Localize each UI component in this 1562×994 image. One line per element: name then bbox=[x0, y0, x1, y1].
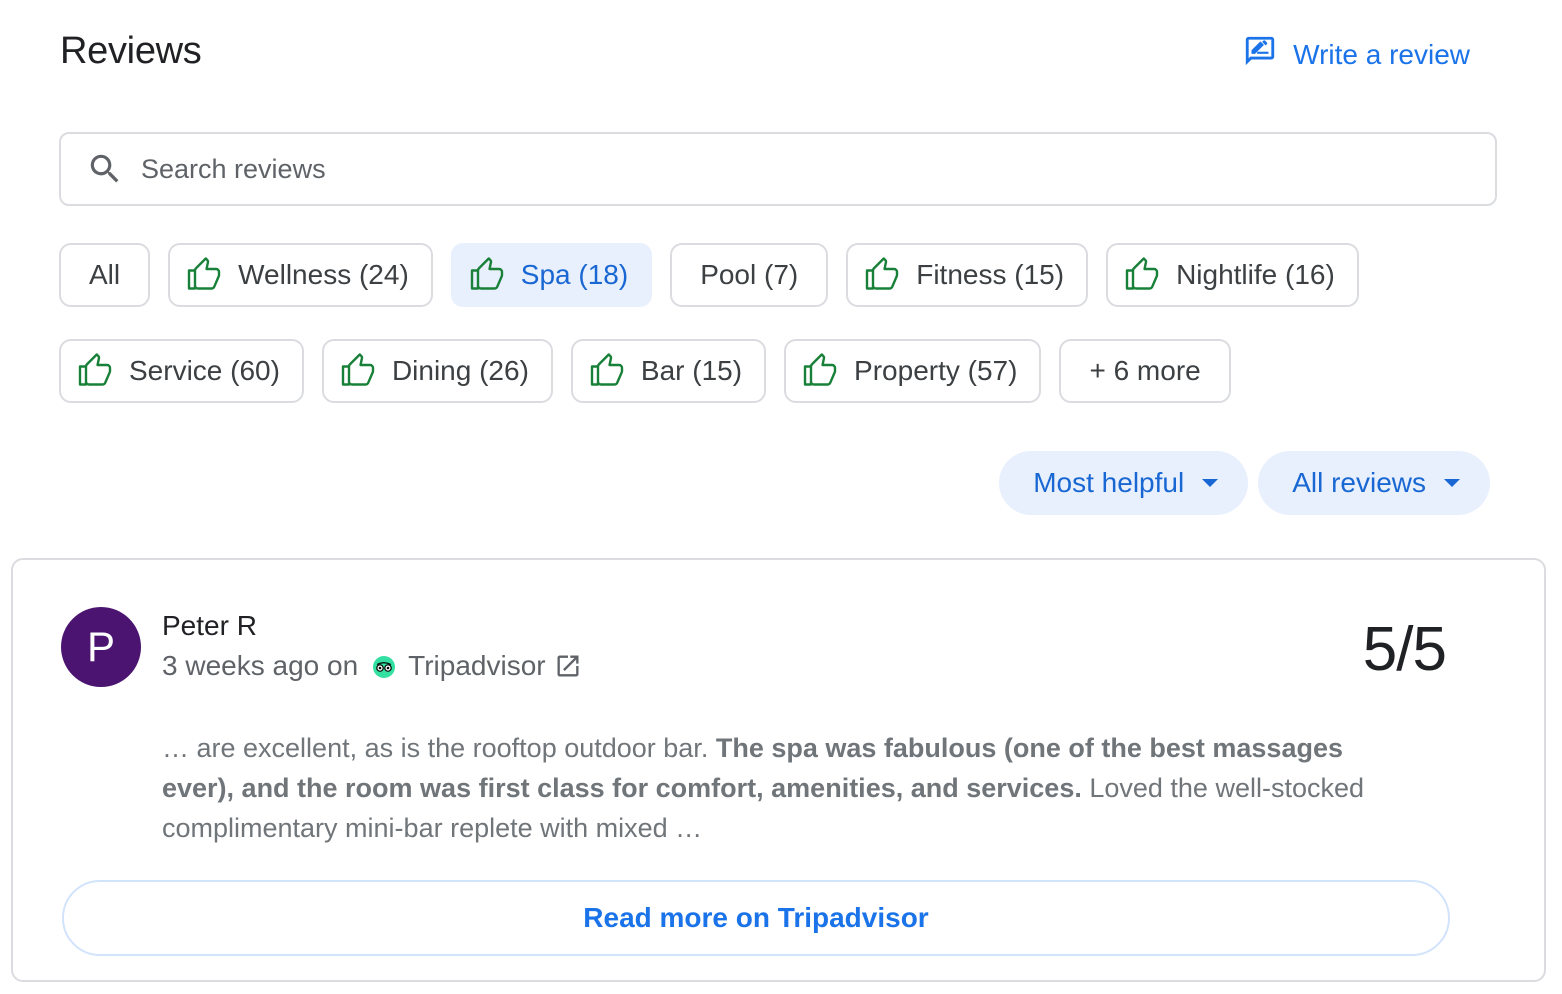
review-source-label: All reviews bbox=[1292, 467, 1426, 498]
reviewer-name: Peter R bbox=[162, 610, 257, 641]
review-card: P Peter R 3 weeks ago on Tripadvisor 5/5… bbox=[11, 558, 1546, 982]
write-review-button[interactable]: Write a review bbox=[1243, 34, 1470, 75]
search-box[interactable] bbox=[59, 132, 1497, 206]
tripadvisor-logo-icon bbox=[372, 654, 396, 678]
review-time: 3 weeks ago on bbox=[162, 650, 359, 681]
rate-review-icon bbox=[1243, 34, 1277, 75]
thumbs-up-icon bbox=[186, 256, 224, 294]
page-title: Reviews bbox=[60, 30, 202, 72]
chip-label: Pool (7) bbox=[700, 259, 799, 290]
review-text: … are excellent, as is the rooftop outdo… bbox=[162, 728, 1422, 848]
chip-label: Fitness (15) bbox=[916, 259, 1065, 290]
chip-label: All bbox=[89, 259, 121, 290]
thumbs-up-icon bbox=[864, 256, 902, 294]
filter-chip-nightlife[interactable]: Nightlife (16) bbox=[1106, 243, 1359, 307]
chip-label: Wellness (24) bbox=[238, 259, 409, 290]
filter-chip-wellness[interactable]: Wellness (24) bbox=[168, 243, 433, 307]
dropdown-arrow-icon bbox=[1444, 479, 1460, 487]
search-icon bbox=[85, 149, 125, 189]
thumbs-up-icon bbox=[802, 352, 840, 390]
filter-chip-service[interactable]: Service (60) bbox=[59, 339, 304, 403]
chip-label: + 6 more bbox=[1089, 355, 1201, 386]
filter-chip-fitness[interactable]: Fitness (15) bbox=[846, 243, 1089, 307]
filter-chip-spa[interactable]: Spa (18) bbox=[450, 243, 653, 307]
filter-chips-row-2: Service (60) Dining (26) Bar (15) Proper… bbox=[59, 339, 1231, 403]
chip-label: Nightlife (16) bbox=[1176, 259, 1335, 290]
review-source-dropdown[interactable]: All reviews bbox=[1258, 451, 1490, 515]
chip-label: Bar (15) bbox=[640, 355, 743, 386]
review-score: 5/5 bbox=[1362, 615, 1447, 684]
search-input[interactable] bbox=[141, 153, 1441, 185]
filter-chip-more[interactable]: + 6 more bbox=[1059, 339, 1231, 403]
filter-chip-all[interactable]: All bbox=[59, 243, 151, 307]
thumbs-up-icon bbox=[589, 352, 627, 390]
filter-chip-bar[interactable]: Bar (15) bbox=[570, 339, 767, 403]
external-link-icon[interactable] bbox=[554, 652, 582, 680]
filter-chip-property[interactable]: Property (57) bbox=[784, 339, 1042, 403]
chip-label: Spa (18) bbox=[520, 259, 629, 290]
reviews-header: Reviews Write a review bbox=[60, 28, 1470, 76]
write-review-label: Write a review bbox=[1293, 38, 1470, 70]
thumbs-up-icon bbox=[77, 352, 115, 390]
sort-order-dropdown[interactable]: Most helpful bbox=[999, 451, 1249, 515]
review-text-before: … are excellent, as is the rooftop outdo… bbox=[162, 733, 716, 763]
sort-controls: Most helpful All reviews bbox=[999, 451, 1490, 515]
thumbs-up-icon bbox=[340, 352, 378, 390]
read-more-button[interactable]: Read more on Tripadvisor bbox=[62, 880, 1450, 956]
review-meta: 3 weeks ago on Tripadvisor bbox=[162, 650, 582, 682]
chip-label: Property (57) bbox=[854, 355, 1018, 386]
chip-label: Dining (26) bbox=[391, 355, 529, 386]
dropdown-arrow-icon bbox=[1202, 479, 1219, 487]
thumbs-up-icon bbox=[1124, 256, 1162, 294]
filter-chips-row-1: All Wellness (24) Spa (18) Pool (7) Fitn… bbox=[59, 243, 1359, 307]
avatar: P bbox=[61, 607, 141, 687]
read-more-label: Read more on Tripadvisor bbox=[583, 902, 929, 933]
chip-label: Service (60) bbox=[129, 355, 280, 386]
sort-order-label: Most helpful bbox=[1033, 467, 1185, 498]
filter-chip-dining[interactable]: Dining (26) bbox=[321, 339, 553, 403]
filter-chip-pool[interactable]: Pool (7) bbox=[670, 243, 829, 307]
review-source-name: Tripadvisor bbox=[408, 650, 546, 681]
thumbs-up-icon bbox=[469, 256, 507, 294]
